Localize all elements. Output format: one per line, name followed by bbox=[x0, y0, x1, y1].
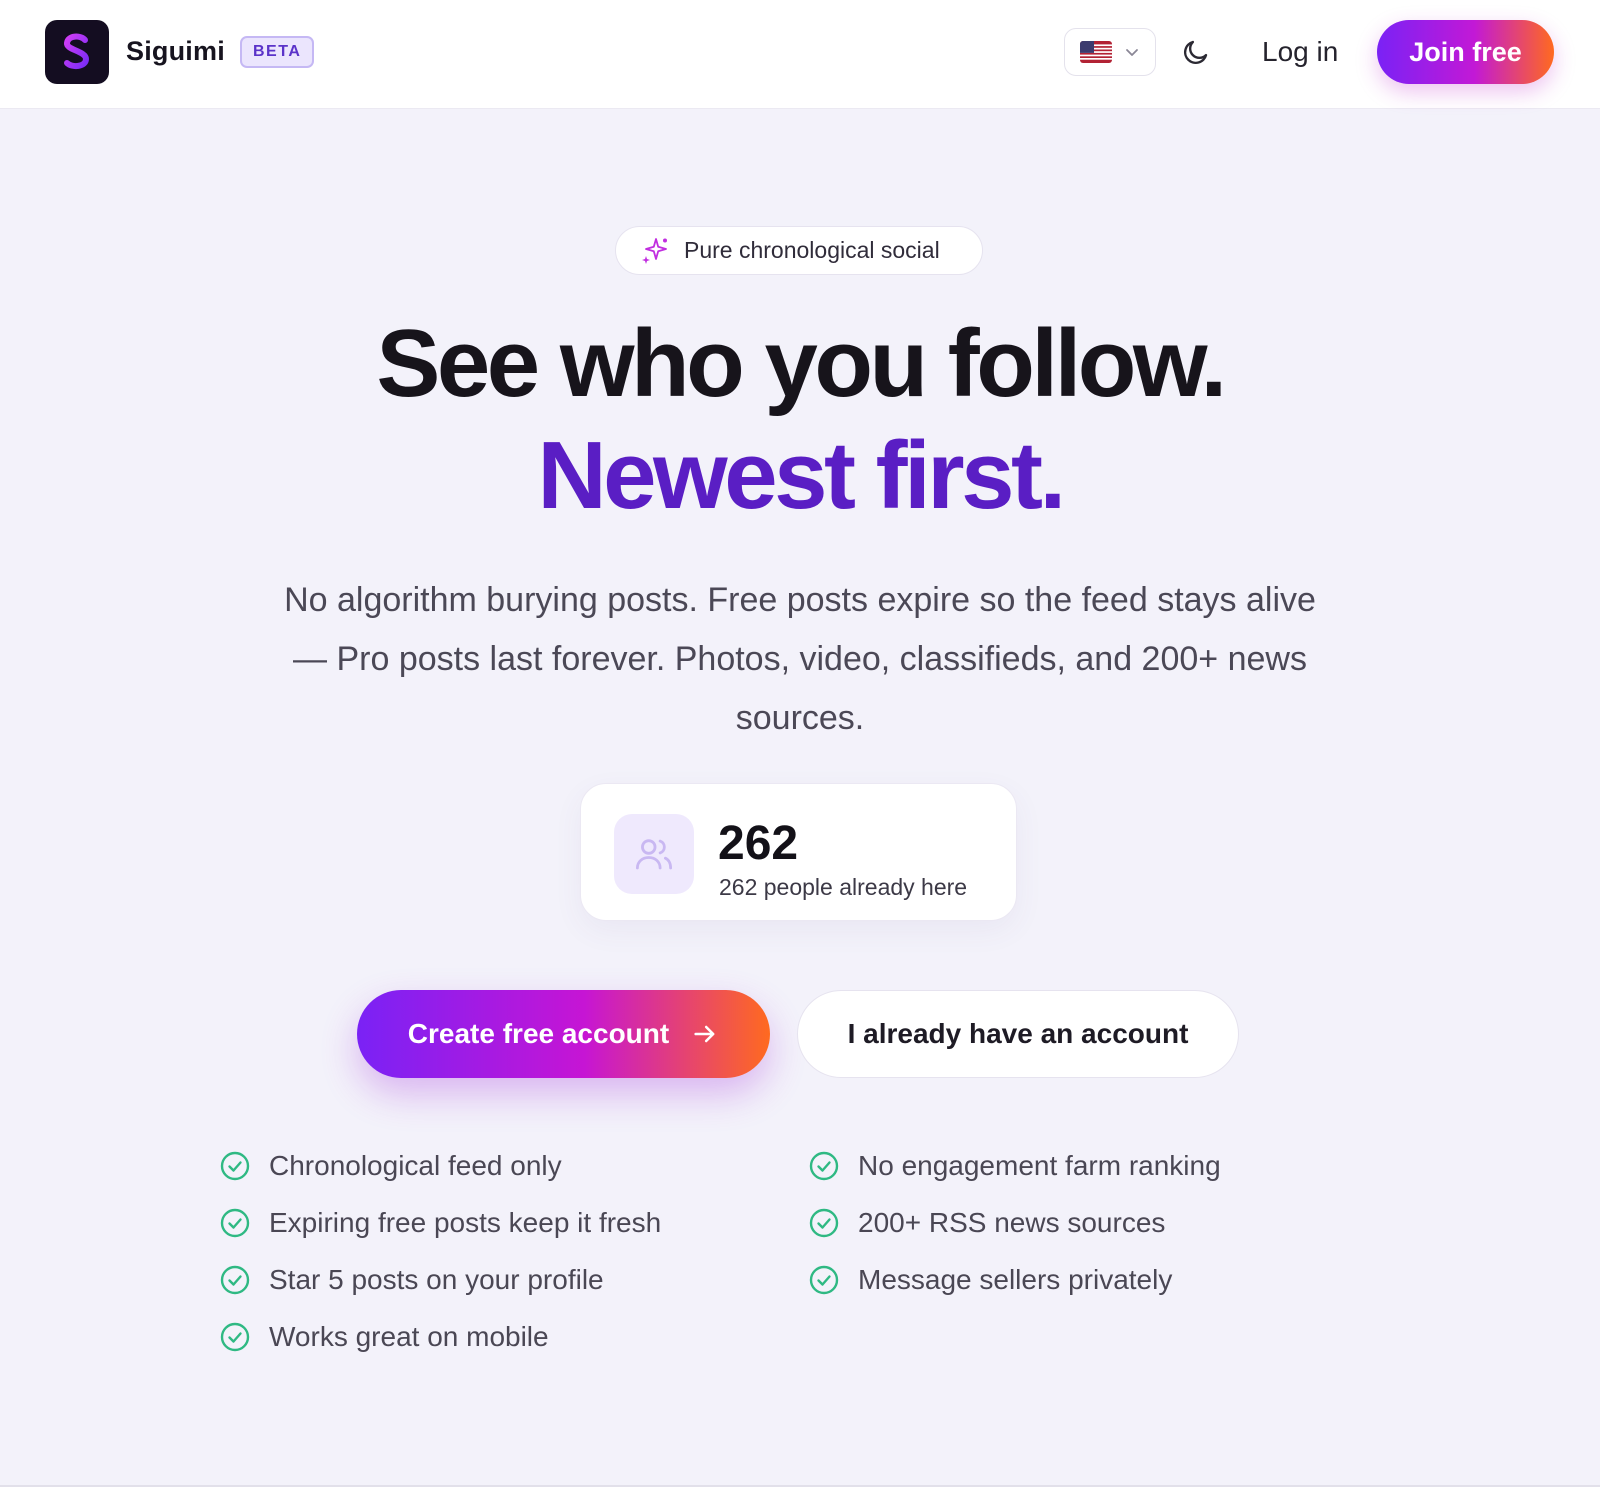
check-circle-icon bbox=[809, 1151, 839, 1181]
feature-item: No engagement farm ranking bbox=[808, 1150, 1221, 1182]
feature-item: Works great on mobile bbox=[219, 1321, 549, 1353]
s-logo-icon[interactable] bbox=[45, 20, 109, 84]
hero-subtitle: No algorithm burying posts. Free posts e… bbox=[284, 581, 1316, 737]
join-free-button[interactable]: Join free bbox=[1377, 20, 1554, 84]
create-account-label: Create free account bbox=[407, 1018, 670, 1049]
us-flag-icon bbox=[1080, 41, 1112, 63]
check-circle-icon bbox=[809, 1265, 839, 1295]
check-circle-icon bbox=[220, 1265, 250, 1295]
top-nav: Siguimi BETA Log in Join free bbox=[0, 0, 1600, 109]
feature-text: Expiring free posts keep it fresh bbox=[269, 1207, 662, 1238]
landing-page: Siguimi BETA Log in Join free Pure chron… bbox=[0, 0, 1600, 1487]
tagline-text: Pure chronological social bbox=[684, 237, 940, 263]
sparkles-icon bbox=[642, 237, 667, 264]
member-count: 262 bbox=[718, 817, 799, 870]
feature-item: Expiring free posts keep it fresh bbox=[219, 1207, 661, 1239]
feature-item: Star 5 posts on your profile bbox=[219, 1264, 604, 1296]
feature-text: Message sellers privately bbox=[858, 1264, 1173, 1295]
feature-text: No engagement farm ranking bbox=[858, 1150, 1221, 1181]
check-circle-icon bbox=[220, 1322, 250, 1352]
headline-line-1: See who you follow. bbox=[376, 310, 1227, 417]
tagline-pill: Pure chronological social bbox=[615, 226, 983, 275]
feature-item: Chronological feed only bbox=[219, 1150, 562, 1182]
users-icon bbox=[614, 814, 694, 894]
feature-text: Works great on mobile bbox=[269, 1321, 549, 1352]
language-selector[interactable] bbox=[1064, 28, 1156, 76]
arrow-right-icon bbox=[694, 1025, 715, 1043]
feature-text: Star 5 posts on your profile bbox=[269, 1264, 604, 1295]
moon-icon[interactable] bbox=[1180, 36, 1212, 68]
chevron-down-icon bbox=[1126, 49, 1138, 56]
create-account-button[interactable]: Create free account bbox=[357, 990, 770, 1078]
brand-name[interactable]: Siguimi bbox=[126, 36, 225, 67]
member-count-label: 262 people already here bbox=[719, 874, 968, 900]
beta-badge: BETA bbox=[240, 36, 315, 68]
check-circle-icon bbox=[220, 1151, 250, 1181]
feature-text: 200+ RSS news sources bbox=[858, 1207, 1166, 1238]
member-count-card: 262 262 people already here bbox=[580, 783, 1017, 921]
feature-item: 200+ RSS news sources bbox=[808, 1207, 1165, 1239]
feature-item: Message sellers privately bbox=[808, 1264, 1172, 1296]
check-circle-icon bbox=[220, 1208, 250, 1238]
existing-account-button[interactable]: I already have an account bbox=[797, 990, 1239, 1078]
login-link[interactable]: Log in bbox=[1262, 36, 1338, 68]
headline-line-2: Newest first. bbox=[537, 422, 1066, 529]
feature-text: Chronological feed only bbox=[269, 1150, 562, 1181]
check-circle-icon bbox=[809, 1208, 839, 1238]
